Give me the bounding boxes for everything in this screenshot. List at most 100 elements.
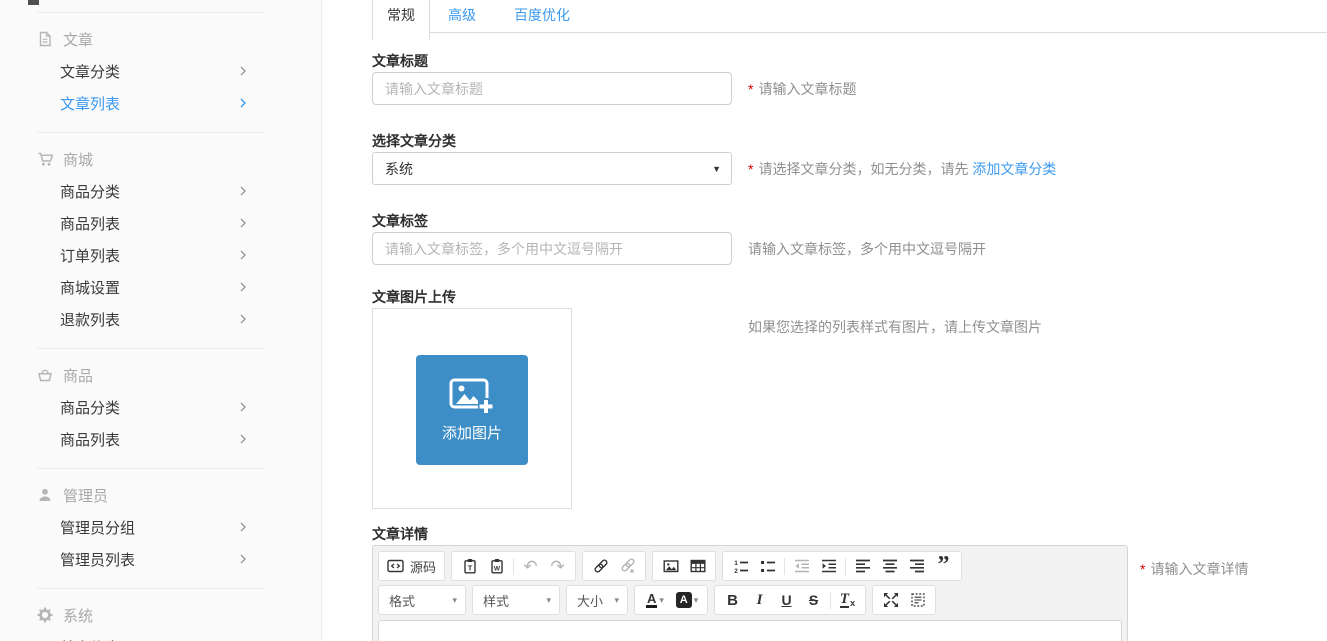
insert-link-button[interactable]: [587, 553, 614, 579]
mall-cart-icon: [37, 151, 53, 167]
item-label: 管理员分组: [60, 517, 135, 538]
italic-button[interactable]: I: [746, 587, 773, 613]
insert-image-button[interactable]: [657, 553, 684, 579]
article-tags-input[interactable]: [372, 232, 732, 265]
source-code-label: 源码: [410, 557, 436, 576]
remove-format-button[interactable]: Tx: [834, 587, 861, 613]
increase-indent-button[interactable]: [815, 553, 842, 579]
numbered-list-button[interactable]: 1 2: [727, 553, 754, 579]
item-label: 文章列表: [60, 93, 120, 114]
chevron-right-icon: [239, 185, 247, 197]
source-code-icon: [387, 558, 404, 574]
sidebar-item-order-list[interactable]: 订单列表: [60, 239, 247, 271]
sidebar-divider: [37, 348, 264, 349]
bulleted-list-button[interactable]: [754, 553, 781, 579]
chevron-right-icon: [239, 313, 247, 325]
image-upload-dropzone[interactable]: 添加图片: [372, 308, 572, 509]
strikethrough-button[interactable]: S: [800, 587, 827, 613]
maximize-button[interactable]: [877, 587, 904, 613]
tab-label: 百度优化: [514, 7, 570, 23]
chevron-right-icon: [239, 553, 247, 565]
blockquote-button[interactable]: ”: [930, 553, 957, 579]
article-category-select[interactable]: 系统 ▼: [372, 152, 732, 185]
undo-icon: ↶: [523, 558, 537, 575]
tab-advanced[interactable]: 高级: [448, 5, 476, 25]
underline-button[interactable]: U: [773, 587, 800, 613]
sidebar-item-product-category[interactable]: 商品分类: [60, 175, 247, 207]
add-image-button[interactable]: 添加图片: [416, 355, 528, 465]
sidebar-divider: [37, 588, 264, 589]
tools-group: [872, 585, 936, 615]
clipboard-group: T W: [451, 551, 576, 581]
tab-label: 高级: [448, 7, 476, 23]
article-icon: [37, 31, 53, 47]
admin-user-icon: [37, 487, 53, 503]
background-color-button[interactable]: A ▾: [671, 587, 703, 613]
article-form: 文章标题 *请输入文章标题 选择文章分类 系统 ▼ *请选: [372, 40, 1327, 641]
article-category-label: 选择文章分类: [372, 131, 1327, 151]
article-title-hint: *请输入文章标题: [748, 79, 856, 99]
sidebar-item-admin-list[interactable]: 管理员列表: [60, 543, 247, 575]
align-center-icon: [882, 558, 898, 574]
tab-bar: 常规 高级 百度优化: [372, 0, 1327, 40]
format-dropdown[interactable]: 格式 ▾: [378, 585, 466, 615]
toolbar-separator: [513, 558, 514, 575]
redo-button[interactable]: ↷: [544, 553, 571, 579]
sidebar-item-product-list[interactable]: 商品列表: [60, 207, 247, 239]
sidebar-item-article-list[interactable]: 文章列表: [60, 87, 247, 119]
tab-bar-border: [372, 32, 1327, 33]
source-code-button[interactable]: 源码: [378, 551, 445, 581]
tab-baidu-seo[interactable]: 百度优化: [514, 5, 570, 25]
decrease-indent-button[interactable]: [788, 553, 815, 579]
sidebar-item-article-category[interactable]: 文章分类: [60, 55, 247, 87]
align-right-button[interactable]: [903, 553, 930, 579]
article-category-hint: *请选择文章分类，如无分类，请先 添加文章分类: [748, 159, 1056, 179]
article-tags-label: 文章标签: [372, 211, 1327, 231]
chevron-right-icon: [239, 433, 247, 445]
field-article-category: 选择文章分类 系统 ▼ *请选择文章分类，如无分类，请先 添加文章分类: [372, 131, 1327, 185]
style-dropdown-label: 样式: [483, 591, 509, 610]
paragraph-group: 1 2: [722, 551, 962, 581]
blockquote-icon: ”: [938, 558, 950, 574]
show-blocks-icon: [910, 592, 926, 608]
sidebar-item-goods-list[interactable]: 商品列表: [60, 423, 247, 455]
chevron-right-icon: [239, 401, 247, 413]
add-category-link[interactable]: 添加文章分类: [972, 161, 1056, 177]
svg-text:2: 2: [734, 568, 738, 574]
chevron-right-icon: [239, 521, 247, 533]
link-group: [582, 551, 646, 581]
section-title: 商品: [63, 365, 93, 386]
sidebar-item-goods-category[interactable]: 商品分类: [60, 391, 247, 423]
bold-button[interactable]: B: [719, 587, 746, 613]
dropdown-caret-icon: ▾: [694, 595, 699, 606]
sidebar-section-system: 系统: [37, 599, 321, 631]
sidebar-item-admin-group[interactable]: 管理员分组: [60, 511, 247, 543]
rich-text-editor: 源码 T: [372, 545, 1128, 641]
sidebar-item-refund-list[interactable]: 退款列表: [60, 303, 247, 335]
field-article-detail: 文章详情 源码: [372, 524, 1327, 641]
toolbar-separator: [830, 592, 831, 609]
tab-general[interactable]: 常规: [372, 0, 430, 40]
style-dropdown[interactable]: 样式 ▾: [472, 585, 560, 615]
format-dropdown-label: 格式: [389, 591, 415, 610]
image-icon: [663, 558, 679, 574]
insert-table-button[interactable]: [684, 553, 711, 579]
item-label: 退款列表: [60, 309, 120, 330]
align-center-button[interactable]: [876, 553, 903, 579]
paste-as-text-button[interactable]: T: [456, 553, 483, 579]
align-left-button[interactable]: [849, 553, 876, 579]
unlink-button[interactable]: [614, 553, 641, 579]
size-dropdown[interactable]: 大小 ▾: [566, 585, 628, 615]
editor-content-area[interactable]: [378, 620, 1122, 641]
sidebar-item-basic-info[interactable]: 基本信息: [60, 631, 247, 641]
show-blocks-button[interactable]: [904, 587, 931, 613]
undo-button[interactable]: ↶: [517, 553, 544, 579]
editor-toolbar-row-2: 格式 ▾ 样式 ▾ 大小 ▾: [378, 585, 1122, 615]
paste-from-word-button[interactable]: W: [483, 553, 510, 579]
system-gear-icon: [37, 607, 53, 623]
bulleted-list-icon: [760, 558, 776, 574]
text-color-button[interactable]: A ▾: [639, 587, 671, 613]
sidebar-item-mall-settings[interactable]: 商城设置: [60, 271, 247, 303]
article-title-input[interactable]: [372, 72, 732, 105]
toolbar-separator: [784, 558, 785, 575]
